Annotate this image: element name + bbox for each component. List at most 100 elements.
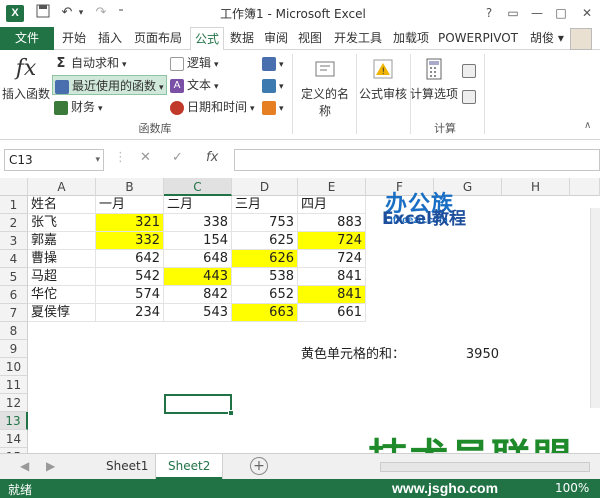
defined-names-button[interactable]: 定义的名称 xyxy=(296,56,354,119)
autosum-button[interactable]: Σ 自动求和 ▾ xyxy=(54,53,127,73)
value-cell[interactable]: 652 xyxy=(232,286,298,304)
vertical-scrollbar[interactable] xyxy=(590,208,600,408)
cancel-icon[interactable]: ✕ xyxy=(140,150,151,165)
user-name[interactable]: 胡俊 ▾ xyxy=(530,27,564,50)
insert-function-icon[interactable]: fx xyxy=(206,150,218,165)
name-cell[interactable]: 曹操 xyxy=(28,250,96,268)
tab-review[interactable]: 审阅 xyxy=(260,27,292,50)
maximize-button[interactable]: □ xyxy=(550,3,572,23)
row-header-active[interactable]: 13 xyxy=(0,412,28,430)
name-box[interactable]: C13 ▾ xyxy=(4,149,104,171)
summary-value[interactable]: 3950 xyxy=(434,346,502,364)
table-header-cell[interactable]: 二月 xyxy=(164,196,232,214)
minimize-button[interactable]: — xyxy=(526,3,548,23)
ribbon-display-button[interactable]: ▭ xyxy=(502,3,524,23)
calculate-now-button[interactable] xyxy=(462,60,479,80)
sheet-tab-sheet2[interactable]: Sheet2 xyxy=(156,454,223,479)
value-cell[interactable]: 543 xyxy=(164,304,232,322)
tab-view[interactable]: 视图 xyxy=(294,27,326,50)
column-header[interactable]: H xyxy=(502,178,570,196)
column-header[interactable]: A xyxy=(28,178,96,196)
math-trig-button[interactable]: ▾ xyxy=(262,75,284,95)
undo-icon[interactable]: ↶ xyxy=(58,4,76,22)
chevron-down-icon[interactable]: ▾ xyxy=(95,150,100,170)
logical-button[interactable]: 逻辑 ▾ xyxy=(170,53,219,73)
value-cell[interactable]: 883 xyxy=(298,214,366,232)
fill-handle[interactable] xyxy=(228,410,234,416)
row-header[interactable]: 3 xyxy=(0,232,28,250)
redo-icon[interactable]: ↷ xyxy=(92,4,110,22)
name-cell[interactable]: 张飞 xyxy=(28,214,96,232)
value-cell[interactable]: 574 xyxy=(96,286,164,304)
value-cell[interactable]: 542 xyxy=(96,268,164,286)
tab-formulas[interactable]: 公式 xyxy=(190,27,224,51)
row-header[interactable]: 4 xyxy=(0,250,28,268)
select-all-corner[interactable] xyxy=(0,178,28,196)
avatar[interactable] xyxy=(570,28,592,50)
value-cell[interactable]: 642 xyxy=(96,250,164,268)
customize-toolbar-icon[interactable]: ⁼ xyxy=(114,4,128,22)
formula-auditing-button[interactable]: ! 公式审核 xyxy=(358,56,408,102)
add-sheet-button[interactable]: + xyxy=(250,457,268,475)
prev-sheet-icon[interactable]: ◀ xyxy=(20,459,29,473)
value-cell[interactable]: 648 xyxy=(164,250,232,268)
lookup-reference-button[interactable]: ▾ xyxy=(262,53,284,73)
value-cell[interactable]: 234 xyxy=(96,304,164,322)
help-button[interactable]: ? xyxy=(478,3,500,23)
column-header[interactable]: E xyxy=(298,178,366,196)
table-header-cell[interactable]: 四月 xyxy=(298,196,366,214)
datetime-button[interactable]: 日期和时间 ▾ xyxy=(170,97,255,117)
worksheet-grid[interactable]: A B C D E F G H 12345678910111213141516 … xyxy=(0,178,600,453)
formula-input[interactable] xyxy=(234,149,600,171)
sheet-tab-sheet1[interactable]: Sheet1 xyxy=(94,454,160,479)
next-sheet-icon[interactable]: ▶ xyxy=(46,459,55,473)
tab-developer[interactable]: 开发工具 xyxy=(330,27,386,50)
name-cell[interactable]: 郭嘉 xyxy=(28,232,96,250)
column-header[interactable]: D xyxy=(232,178,298,196)
summary-label[interactable]: 黄色单元格的和： xyxy=(298,346,438,364)
value-cell[interactable]: 842 xyxy=(164,286,232,304)
more-functions-button[interactable]: ▾ xyxy=(262,97,284,117)
row-header[interactable]: 12 xyxy=(0,394,28,412)
row-header[interactable]: 1 xyxy=(0,196,28,214)
row-header[interactable]: 9 xyxy=(0,340,28,358)
value-cell[interactable]: 338 xyxy=(164,214,232,232)
recent-functions-button[interactable]: 最近使用的函数 ▾ xyxy=(52,75,167,95)
splitter-icon[interactable]: ⋮ xyxy=(114,150,127,165)
calculation-options-button[interactable]: 计算选项 xyxy=(410,56,458,102)
financial-button[interactable]: 财务 ▾ xyxy=(54,97,103,117)
column-header-active[interactable]: C xyxy=(164,178,232,196)
name-cell[interactable]: 夏侯惇 xyxy=(28,304,96,322)
calculate-sheet-button[interactable] xyxy=(462,86,479,106)
row-header[interactable]: 14 xyxy=(0,430,28,448)
tab-page-layout[interactable]: 页面布局 xyxy=(130,27,186,50)
value-cell[interactable]: 538 xyxy=(232,268,298,286)
table-header-cell[interactable]: 姓名 xyxy=(28,196,96,214)
value-cell[interactable]: 841 xyxy=(298,286,366,304)
value-cell[interactable]: 753 xyxy=(232,214,298,232)
row-header[interactable]: 11 xyxy=(0,376,28,394)
tab-addins[interactable]: 加载项 xyxy=(388,27,434,50)
value-cell[interactable]: 443 xyxy=(164,268,232,286)
text-functions-button[interactable]: A 文本 ▾ xyxy=(170,75,219,95)
value-cell[interactable]: 724 xyxy=(298,250,366,268)
tab-file[interactable]: 文件 xyxy=(0,27,54,50)
tab-home[interactable]: 开始 xyxy=(58,27,90,50)
row-header[interactable]: 5 xyxy=(0,268,28,286)
insert-function-button[interactable]: fx 插入函数 xyxy=(2,56,50,102)
value-cell[interactable]: 332 xyxy=(96,232,164,250)
table-header-cell[interactable]: 三月 xyxy=(232,196,298,214)
table-header-cell[interactable]: 一月 xyxy=(96,196,164,214)
save-icon[interactable] xyxy=(34,4,52,22)
row-header[interactable]: 7 xyxy=(0,304,28,322)
collapse-ribbon-icon[interactable]: ∧ xyxy=(584,116,591,136)
enter-icon[interactable]: ✓ xyxy=(172,150,183,165)
value-cell[interactable]: 321 xyxy=(96,214,164,232)
value-cell[interactable]: 724 xyxy=(298,232,366,250)
row-header[interactable]: 2 xyxy=(0,214,28,232)
horizontal-scrollbar[interactable] xyxy=(380,462,590,472)
tab-powerpivot[interactable]: POWERPIVOT xyxy=(436,27,520,50)
tab-insert[interactable]: 插入 xyxy=(94,27,126,50)
value-cell[interactable]: 661 xyxy=(298,304,366,322)
row-header[interactable]: 8 xyxy=(0,322,28,340)
